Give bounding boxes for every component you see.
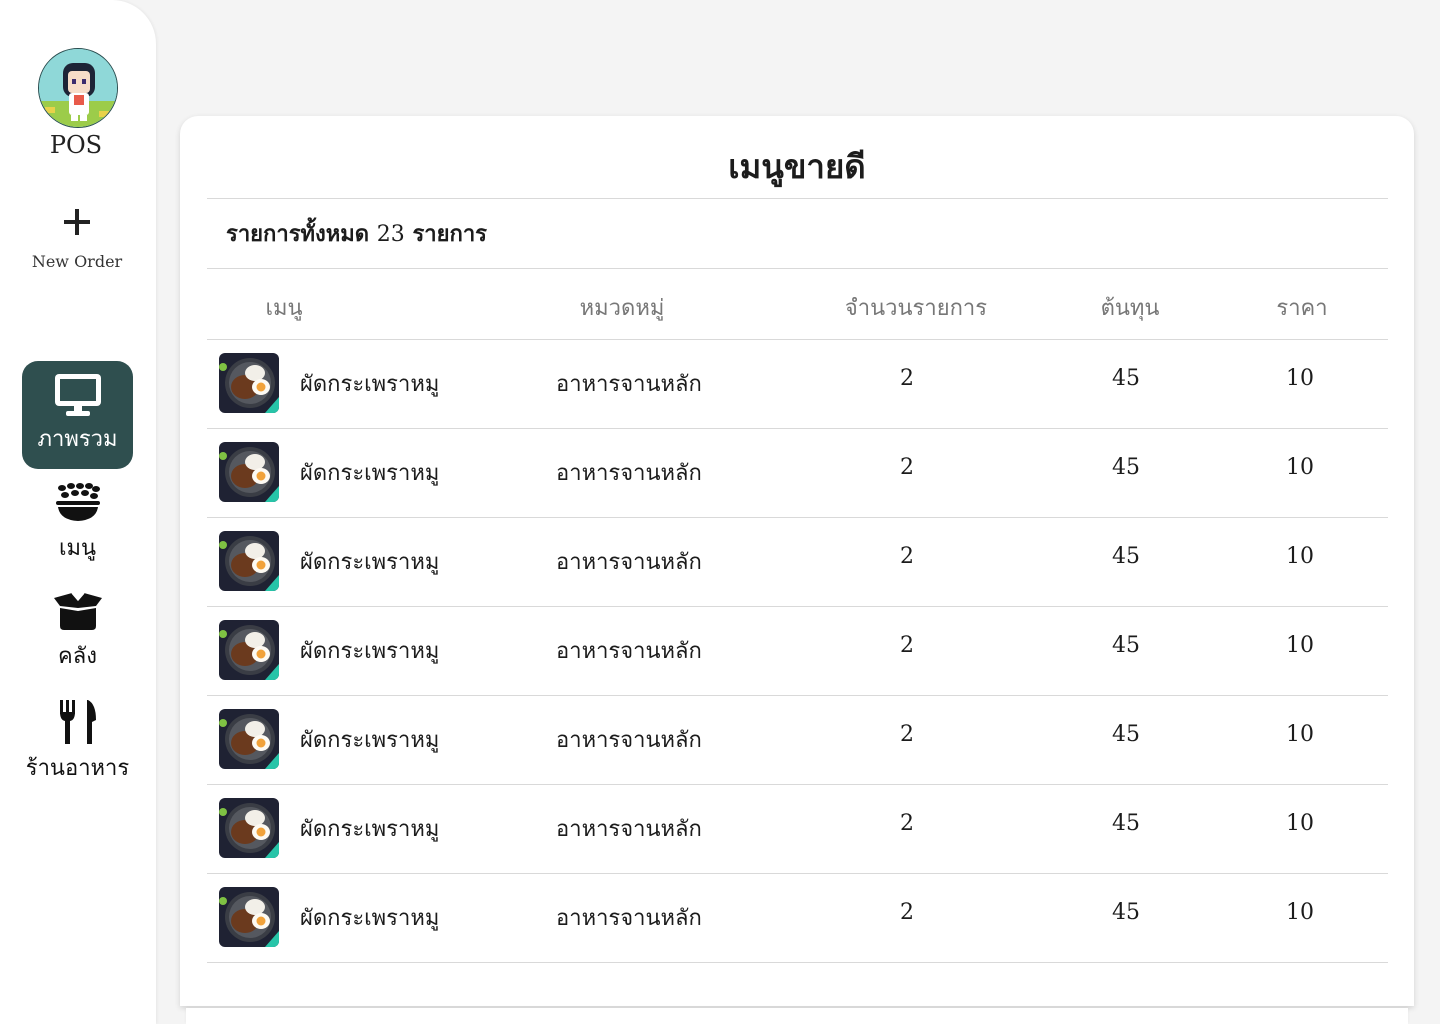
summary-prefix: รายการทั้งหมด bbox=[226, 222, 370, 247]
menu-cost: 45 bbox=[1112, 366, 1140, 391]
menu-price: 10 bbox=[1286, 722, 1314, 747]
new-order-button[interactable]: New Order bbox=[0, 206, 154, 271]
summary-text: รายการทั้งหมด 23 รายการ bbox=[226, 216, 487, 251]
column-header-price[interactable]: ราคา bbox=[1262, 290, 1342, 325]
table-row[interactable]: ผัดกระเพราหมู อาหารจานหลัก 2 45 10 bbox=[207, 874, 1388, 963]
menu-category: อาหารจานหลัก bbox=[556, 372, 702, 397]
menu-name: ผัดกระเพราหมู bbox=[300, 817, 440, 842]
table-row[interactable]: ผัดกระเพราหมู อาหารจานหลัก 2 45 10 bbox=[207, 696, 1388, 785]
menu-price: 10 bbox=[1286, 366, 1314, 391]
menu-quantity: 2 bbox=[900, 366, 914, 391]
menu-thumbnail bbox=[219, 620, 279, 680]
menu-cost: 45 bbox=[1112, 811, 1140, 836]
food-thumbnail bbox=[219, 353, 279, 413]
menu-quantity: 2 bbox=[900, 811, 914, 836]
menu-price: 10 bbox=[1286, 633, 1314, 658]
box-icon bbox=[53, 592, 102, 630]
menu-name: ผัดกระเพราหมู bbox=[300, 461, 440, 486]
nav-label-menu: เมนู bbox=[58, 536, 97, 561]
menu-name: ผัดกระเพราหมู bbox=[300, 639, 440, 664]
menu-price: 10 bbox=[1286, 455, 1314, 480]
table-row[interactable]: ผัดกระเพราหมู อาหารจานหลัก 2 45 10 bbox=[207, 785, 1388, 874]
avatar-image bbox=[39, 49, 117, 127]
row-divider bbox=[207, 962, 1388, 963]
summary-count: 23 bbox=[376, 222, 405, 247]
food-thumbnail bbox=[219, 887, 279, 947]
nav-item-menu[interactable]: เมนู bbox=[22, 480, 133, 565]
menu-category: อาหารจานหลัก bbox=[556, 461, 702, 486]
monitor-icon bbox=[54, 374, 101, 416]
menu-quantity: 2 bbox=[900, 722, 914, 747]
menu-thumbnail bbox=[219, 353, 279, 413]
new-order-label: New Order bbox=[31, 252, 123, 271]
menu-thumbnail bbox=[219, 531, 279, 591]
table-row[interactable]: ผัดกระเพราหมู อาหารจานหลัก 2 45 10 bbox=[207, 518, 1388, 607]
food-thumbnail bbox=[219, 531, 279, 591]
column-header-cost[interactable]: ต้นทุน bbox=[1078, 290, 1182, 325]
nav-item-overview[interactable]: ภาพรวม bbox=[22, 361, 133, 469]
summary-suffix: รายการ bbox=[412, 222, 487, 247]
menu-category: อาหารจานหลัก bbox=[556, 817, 702, 842]
menu-category: อาหารจานหลัก bbox=[556, 639, 702, 664]
best-selling-card: เมนูขายดี รายการทั้งหมด 23 รายการ เมนู ห… bbox=[180, 116, 1414, 1006]
column-header-category[interactable]: หมวดหมู่ bbox=[542, 290, 702, 325]
menu-price: 10 bbox=[1286, 811, 1314, 836]
card-title: เมนูขายดี bbox=[728, 147, 866, 186]
table-row[interactable]: ผัดกระเพราหมู อาหารจานหลัก 2 45 10 bbox=[207, 429, 1388, 518]
menu-name: ผัดกระเพราหมู bbox=[300, 550, 440, 575]
food-thumbnail bbox=[219, 709, 279, 769]
divider bbox=[207, 268, 1388, 269]
menu-cost: 45 bbox=[1112, 900, 1140, 925]
food-thumbnail bbox=[219, 798, 279, 858]
menu-quantity: 2 bbox=[900, 544, 914, 569]
menu-quantity: 2 bbox=[900, 633, 914, 658]
menu-name: ผัดกระเพราหมู bbox=[300, 906, 440, 931]
table-row[interactable]: ผัดกระเพราหมู อาหารจานหลัก 2 45 10 bbox=[207, 340, 1388, 429]
food-thumbnail bbox=[219, 442, 279, 502]
food-thumbnail bbox=[219, 620, 279, 680]
divider bbox=[207, 198, 1388, 199]
avatar[interactable] bbox=[38, 48, 118, 128]
card-edge bbox=[186, 1008, 1408, 1024]
nav-item-restaurant[interactable]: ร้านอาหาร bbox=[22, 700, 133, 785]
nav-item-inventory[interactable]: คลัง bbox=[22, 592, 133, 673]
menu-quantity: 2 bbox=[900, 455, 914, 480]
table-row[interactable]: ผัดกระเพราหมู อาหารจานหลัก 2 45 10 bbox=[207, 607, 1388, 696]
menu-thumbnail bbox=[219, 798, 279, 858]
sidebar: POS New Order ภาพรวม เมนู คลัง ร้านอาหาร bbox=[0, 0, 156, 1024]
menu-name: ผัดกระเพราหมู bbox=[300, 372, 440, 397]
column-header-menu[interactable]: เมนู bbox=[244, 290, 324, 325]
food-bowl-icon bbox=[55, 483, 100, 521]
utensils-icon bbox=[59, 700, 96, 744]
menu-thumbnail bbox=[219, 709, 279, 769]
menu-category: อาหารจานหลัก bbox=[556, 906, 702, 931]
menu-thumbnail bbox=[219, 442, 279, 502]
menu-quantity: 2 bbox=[900, 900, 914, 925]
plus-icon bbox=[64, 209, 90, 235]
nav-label-inventory: คลัง bbox=[58, 644, 97, 669]
nav-label-overview: ภาพรวม bbox=[37, 427, 118, 452]
menu-cost: 45 bbox=[1112, 455, 1140, 480]
menu-cost: 45 bbox=[1112, 722, 1140, 747]
menu-price: 10 bbox=[1286, 544, 1314, 569]
menu-thumbnail bbox=[219, 887, 279, 947]
brand-name: POS bbox=[49, 131, 103, 159]
menu-price: 10 bbox=[1286, 900, 1314, 925]
menu-name: ผัดกระเพราหมู bbox=[300, 728, 440, 753]
nav-label-restaurant: ร้านอาหาร bbox=[25, 756, 130, 781]
column-header-quantity[interactable]: จำนวนรายการ bbox=[826, 290, 1006, 325]
menu-cost: 45 bbox=[1112, 633, 1140, 658]
menu-category: อาหารจานหลัก bbox=[556, 550, 702, 575]
menu-cost: 45 bbox=[1112, 544, 1140, 569]
menu-category: อาหารจานหลัก bbox=[556, 728, 702, 753]
